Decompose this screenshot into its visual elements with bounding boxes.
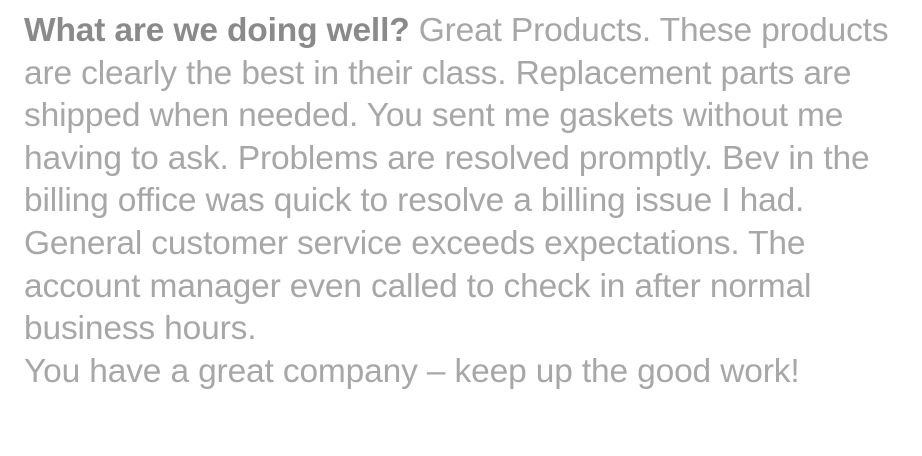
feedback-answer: Great Products. These products are clear… [24,12,889,348]
feedback-question: What are we doing well? [24,12,410,49]
feedback-card: What are we doing well? Great Products. … [24,10,904,393]
feedback-paragraph: What are we doing well? Great Products. … [24,10,904,351]
feedback-closing: You have a great company – keep up the g… [24,352,800,390]
